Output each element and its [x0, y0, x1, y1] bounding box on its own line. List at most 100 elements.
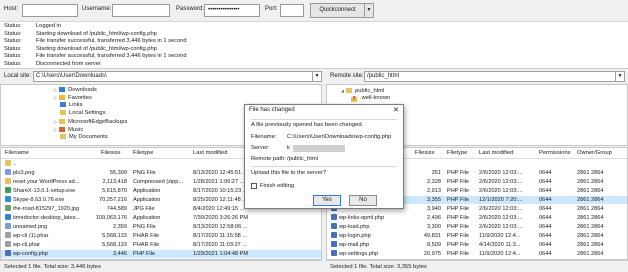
cell-name: wp-cli.phar — [5, 241, 97, 249]
tree-item[interactable]: ▷ Music — [54, 126, 83, 133]
log-message: Logged in — [36, 23, 61, 29]
filename-value: C:\Users\User\Downloads\wp-config.php — [287, 134, 392, 140]
cell-size: 49,831 — [423, 233, 441, 239]
cell-perms: 0644 — [539, 170, 552, 176]
column-header-filesize[interactable]: Filesize — [101, 150, 121, 156]
log-row: Status: Logged in — [0, 23, 628, 31]
file-icon — [331, 241, 337, 247]
file-row[interactable]: wp-links-opml.php 2,496 PHP File 2/6/2020 1… — [327, 214, 627, 222]
cell-owner: 2861 2864 — [577, 170, 604, 176]
cell-perms: 0644 — [539, 188, 552, 194]
cell-owner: 2861 2864 — [577, 179, 604, 185]
cell-name: .. — [5, 160, 97, 168]
password-input[interactable]: ••••••••••••••• — [204, 4, 260, 17]
tree-item[interactable]: Links — [60, 102, 83, 109]
port-input[interactable] — [280, 4, 304, 17]
column-header-filetype[interactable]: Filetype — [133, 150, 153, 156]
local-path-input[interactable]: C:\Users\User\Downloads\ — [33, 71, 313, 82]
log-row: Status: Disconnected from server — [0, 61, 628, 69]
tree-item[interactable]: ▷ MicrosoftEdgeBackups — [54, 118, 127, 125]
music-icon — [59, 127, 66, 132]
cell-perms: 0644 — [539, 215, 552, 221]
file-icon — [5, 205, 11, 211]
remote-path-dropdown-icon[interactable]: ▼ — [616, 71, 625, 82]
column-header-filename[interactable]: Filename — [5, 150, 29, 156]
log-row: Status: Starting download of /public_html… — [0, 31, 628, 39]
host-input[interactable] — [22, 4, 78, 17]
cell-size: 5,615,870 — [102, 188, 127, 194]
cell-owner: 2861 2864 — [577, 215, 604, 221]
quickconnect-dropdown-icon[interactable]: ▼ — [365, 3, 374, 18]
redacted-server-block — [293, 145, 345, 152]
file-name: .. — [13, 161, 17, 167]
local-status-bar: Selected 1 file. Total size: 3,446 bytes — [0, 260, 322, 272]
file-name: wp-links-opml.php — [339, 215, 385, 221]
folder-icon — [60, 110, 66, 115]
cell-size: 3,446 — [113, 251, 127, 257]
file-row[interactable]: wp-mail.php 8,509 PHP File 4/14/2020 11:3..… — [327, 241, 627, 249]
file-name: timedoctor-desktop_lates... — [13, 215, 81, 221]
cell-type: PHP File — [447, 251, 469, 257]
quickconnect-bar: Host: Username: Password: ••••••••••••••… — [0, 0, 628, 22]
file-row[interactable]: wp-config.php 3,446 PHP File 1/29/2021 1:04… — [1, 250, 321, 258]
file-row[interactable]: wp-settings.php 20,975 PHP File 11/9/2020 1… — [327, 250, 627, 258]
cell-owner: 2861 2864 — [577, 206, 604, 212]
cell-size: 2,328 — [427, 179, 441, 185]
cell-size: 3,300 — [427, 224, 441, 230]
cell-size: 2,496 — [427, 215, 441, 221]
cell-perms: 0644 — [539, 197, 552, 203]
cell-perms: 0644 — [539, 251, 552, 257]
tree-item[interactable]: My Documents — [60, 134, 108, 141]
local-path-dropdown-icon[interactable]: ▼ — [313, 71, 322, 82]
file-icon — [331, 214, 337, 220]
cell-type: PHP File — [447, 179, 469, 185]
file-icon — [5, 160, 11, 166]
cell-name: wp-login.php — [331, 232, 411, 240]
file-row[interactable]: wp-cli (1).phar 5,568,133 PHAR File 8/17/20… — [1, 232, 321, 240]
dialog-title: File has changed — [249, 107, 295, 113]
remote-site-label: Remote site: — [330, 73, 364, 79]
file-changed-dialog: File has changed ✕ A file previously ope… — [244, 104, 404, 209]
file-row[interactable]: wp-load.php 3,300 PHP File 2/6/2020 12:03:.… — [327, 223, 627, 231]
filename-label: Filename: — [251, 134, 277, 140]
column-header-owner-group[interactable]: Owner/Group — [577, 150, 612, 156]
cell-owner: 2861 2864 — [577, 242, 604, 248]
file-name: wp-cli (1).phar — [13, 233, 49, 239]
cell-modified: 2/6/2020 12:03:... — [479, 215, 523, 221]
column-header-permissions[interactable]: Permissions — [539, 150, 571, 156]
remote-path-input[interactable]: /public_html — [364, 71, 616, 82]
finish-editing-checkbox[interactable] — [251, 183, 257, 189]
file-icon — [5, 223, 11, 229]
tree-item[interactable]: ◢ public_html — [341, 87, 384, 94]
column-header-last-modified[interactable]: Last modified — [479, 150, 513, 156]
username-input[interactable] — [112, 4, 170, 17]
server-value: k — [287, 145, 290, 151]
column-header-last-modified[interactable]: Last modified — [193, 150, 227, 156]
quickconnect-button[interactable]: Quickconnect — [310, 3, 365, 18]
cell-modified: 4/14/2020 11:3... — [479, 242, 521, 248]
port-label: Port: — [265, 6, 278, 12]
cell-type: PHP File — [447, 206, 469, 212]
tree-item[interactable]: ? .well-known — [351, 95, 390, 102]
cell-name: wp-load.php — [331, 223, 411, 231]
message-log[interactable]: Status: Logged in Status: Starting downloa… — [0, 22, 628, 69]
yes-button[interactable]: Yes — [313, 195, 341, 206]
file-icon — [5, 232, 11, 238]
cell-modified: 8/17/2020 11:03:27 ... — [193, 242, 248, 248]
file-row[interactable]: unnamed.png 2,359 PNG File 8/13/2020 12:58:… — [1, 223, 321, 231]
tree-item[interactable]: ▷ Downloads — [54, 86, 97, 93]
file-row[interactable]: wp-login.php 49,831 PHP File 11/9/2020 12:4… — [327, 232, 627, 240]
cell-size: 351 — [431, 170, 441, 176]
column-header-filesize[interactable]: Filesize — [415, 150, 435, 156]
file-name: reset your WordPress ad... — [13, 179, 80, 185]
log-row: Status: File transfer successful, transfe… — [0, 53, 628, 61]
tree-item[interactable]: Local Settings — [60, 110, 105, 117]
column-header-filetype[interactable]: Filetype — [447, 150, 467, 156]
file-name: wp-cli.phar — [13, 242, 41, 248]
file-icon — [331, 232, 337, 238]
file-row[interactable]: timedoctor-desktop_lates... 109,063,176 Ap… — [1, 214, 321, 222]
close-icon[interactable]: ✕ — [393, 105, 399, 116]
no-button[interactable]: No — [349, 195, 377, 206]
tree-item[interactable]: ▷ Favorites — [54, 94, 92, 101]
file-row[interactable]: wp-cli.phar 5,568,133 PHAR File 8/17/2020 1… — [1, 241, 321, 249]
